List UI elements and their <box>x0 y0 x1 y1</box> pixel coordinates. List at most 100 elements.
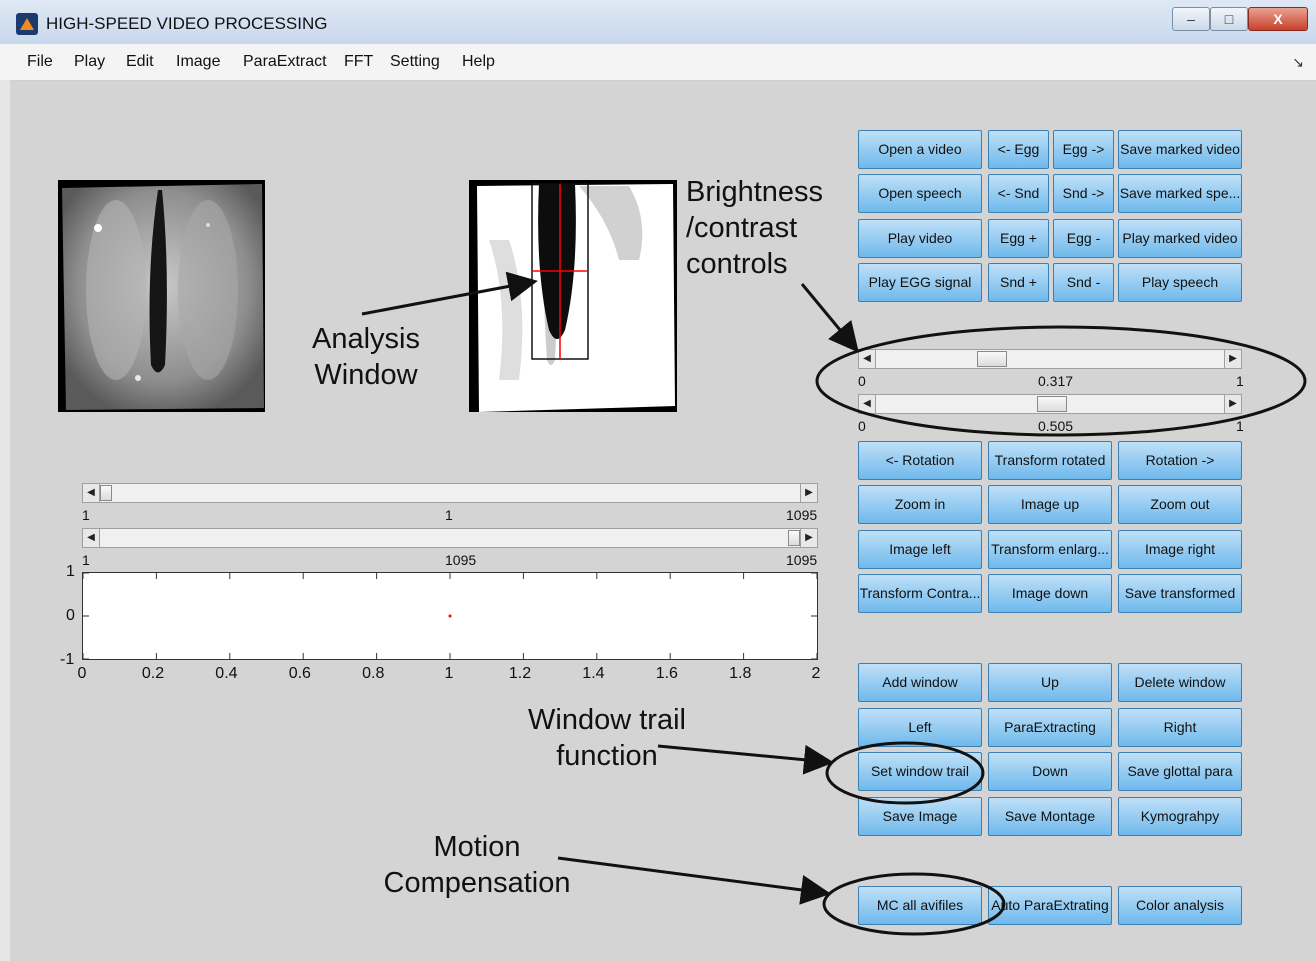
egg-plus-button[interactable]: Egg + <box>988 219 1049 258</box>
frame-slider-1-value: 1 <box>445 507 453 523</box>
signal-plot-svg <box>83 573 817 659</box>
snd-next-button[interactable]: Snd -> <box>1053 174 1114 213</box>
set-window-trail-button[interactable]: Set window trail <box>858 752 982 791</box>
x-tick-label: 2 <box>811 665 821 682</box>
transform-rotated-button[interactable]: Transform rotated <box>988 441 1112 480</box>
left-button[interactable]: Left <box>858 708 982 747</box>
play-egg-signal-button[interactable]: Play EGG signal <box>858 263 982 302</box>
frame-slider-start-thumb[interactable] <box>100 485 112 501</box>
contrast-slider-thumb[interactable] <box>1036 396 1067 412</box>
menu-play[interactable]: Play <box>74 53 105 71</box>
right-button[interactable]: Right <box>1118 708 1242 747</box>
annotation-line: Motion <box>433 831 521 863</box>
frame-slider-2-min: 1 <box>82 552 90 568</box>
slider-left-arrow-icon[interactable]: ◀ <box>83 529 100 547</box>
contrast-min-label: 0 <box>858 418 866 434</box>
frame-slider-start[interactable]: ◀ ▶ <box>82 483 818 503</box>
slider-left-arrow-icon[interactable]: ◀ <box>859 395 876 413</box>
arrow-motion-compensation <box>557 856 831 905</box>
arrow-brightness <box>800 283 859 353</box>
close-button[interactable]: X <box>1248 7 1308 31</box>
image-down-button[interactable]: Image down <box>988 574 1112 613</box>
color-analysis-button[interactable]: Color analysis <box>1118 886 1242 925</box>
add-window-button[interactable]: Add window <box>858 663 982 702</box>
menu-fft[interactable]: FFT <box>344 53 373 71</box>
minimize-button[interactable]: – <box>1172 7 1210 31</box>
save-transformed-button[interactable]: Save transformed <box>1118 574 1242 613</box>
save-marked-video-button[interactable]: Save marked video <box>1118 130 1242 169</box>
frame-slider-end[interactable]: ◀ ▶ <box>82 528 818 548</box>
brightness-slider-thumb[interactable] <box>976 351 1007 367</box>
open-video-button[interactable]: Open a video <box>858 130 982 169</box>
transform-enlarge-button[interactable]: Transform enlarg... <box>988 530 1112 569</box>
slider-right-arrow-icon[interactable]: ▶ <box>1224 350 1241 368</box>
kymography-button[interactable]: Kymograhpy <box>1118 797 1242 836</box>
x-tick-label: 1.2 <box>508 665 532 682</box>
mc-all-avifiles-button[interactable]: MC all avifiles <box>858 886 982 925</box>
menu-paraextract[interactable]: ParaExtract <box>243 53 327 71</box>
egg-prev-button[interactable]: <- Egg <box>988 130 1049 169</box>
slider-left-arrow-icon[interactable]: ◀ <box>83 484 100 502</box>
slider-right-arrow-icon[interactable]: ▶ <box>1224 395 1241 413</box>
snd-prev-button[interactable]: <- Snd <box>988 174 1049 213</box>
save-marked-speech-button[interactable]: Save marked spe... <box>1118 174 1242 213</box>
menu-bar: File Play Edit Image ParaExtract FFT Set… <box>0 44 1316 81</box>
down-button[interactable]: Down <box>988 752 1112 791</box>
snd-plus-button[interactable]: Snd + <box>988 263 1049 302</box>
zoom-out-button[interactable]: Zoom out <box>1118 485 1242 524</box>
rotation-right-button[interactable]: Rotation -> <box>1118 441 1242 480</box>
slider-right-arrow-icon[interactable]: ▶ <box>800 529 817 547</box>
window-title: HIGH-SPEED VIDEO PROCESSING <box>46 14 328 33</box>
snd-minus-button[interactable]: Snd - <box>1053 263 1114 302</box>
annotation-line: function <box>556 740 658 772</box>
transform-contrast-button[interactable]: Transform Contra... <box>858 574 982 613</box>
x-tick-label: 1.4 <box>582 665 605 682</box>
save-image-button[interactable]: Save Image <box>858 797 982 836</box>
rotation-left-button[interactable]: <- Rotation <box>858 441 982 480</box>
egg-minus-button[interactable]: Egg - <box>1053 219 1114 258</box>
annotation-analysis-window: Analysis Window <box>296 321 436 393</box>
annotation-line: /contrast <box>686 212 798 244</box>
annotation-motion-compensation: Motion Compensation <box>370 829 584 901</box>
frame-slider-end-thumb[interactable] <box>788 530 800 546</box>
menu-image[interactable]: Image <box>176 53 220 71</box>
brightness-slider[interactable]: ◀ ▶ <box>858 349 1242 369</box>
slider-left-arrow-icon[interactable]: ◀ <box>859 350 876 368</box>
save-glottal-para-button[interactable]: Save glottal para <box>1118 752 1242 791</box>
egg-next-button[interactable]: Egg -> <box>1053 130 1114 169</box>
image-up-button[interactable]: Image up <box>988 485 1112 524</box>
auto-paraextracting-button[interactable]: Auto ParaExtrating <box>988 886 1112 925</box>
menu-setting[interactable]: Setting <box>390 53 440 71</box>
image-right-button[interactable]: Image right <box>1118 530 1242 569</box>
matlab-icon <box>16 13 38 35</box>
x-tick-label: 0.2 <box>141 665 165 682</box>
menu-file[interactable]: File <box>27 53 53 71</box>
annotation-line: Analysis <box>312 323 420 355</box>
maximize-button[interactable]: □ <box>1210 7 1248 31</box>
signal-marker <box>448 614 452 618</box>
annotation-line: controls <box>686 248 788 280</box>
x-tick-label: 0 <box>77 665 87 682</box>
brightness-value-label: 0.317 <box>1038 373 1074 389</box>
menu-edit[interactable]: Edit <box>126 53 154 71</box>
left-edge <box>0 80 10 961</box>
y-tick-label: 0 <box>66 607 75 624</box>
play-speech-button[interactable]: Play speech <box>1118 263 1242 302</box>
open-speech-button[interactable]: Open speech <box>858 174 982 213</box>
paraextracting-button[interactable]: ParaExtracting <box>988 708 1112 747</box>
x-tick-label: 1.8 <box>729 665 752 682</box>
save-montage-button[interactable]: Save Montage <box>988 797 1112 836</box>
zoom-in-button[interactable]: Zoom in <box>858 485 982 524</box>
slider-right-arrow-icon[interactable]: ▶ <box>800 484 817 502</box>
delete-window-button[interactable]: Delete window <box>1118 663 1242 702</box>
image-left-button[interactable]: Image left <box>858 530 982 569</box>
annotation-line: Window <box>314 359 418 391</box>
dock-icon[interactable]: ↘ <box>1292 54 1304 71</box>
y-tick-label: -1 <box>60 651 75 668</box>
play-marked-video-button[interactable]: Play marked video <box>1118 219 1242 258</box>
up-button[interactable]: Up <box>988 663 1112 702</box>
play-video-button[interactable]: Play video <box>858 219 982 258</box>
menu-help[interactable]: Help <box>462 53 495 71</box>
raw-video-frame <box>58 180 265 412</box>
contrast-slider[interactable]: ◀ ▶ <box>858 394 1242 414</box>
